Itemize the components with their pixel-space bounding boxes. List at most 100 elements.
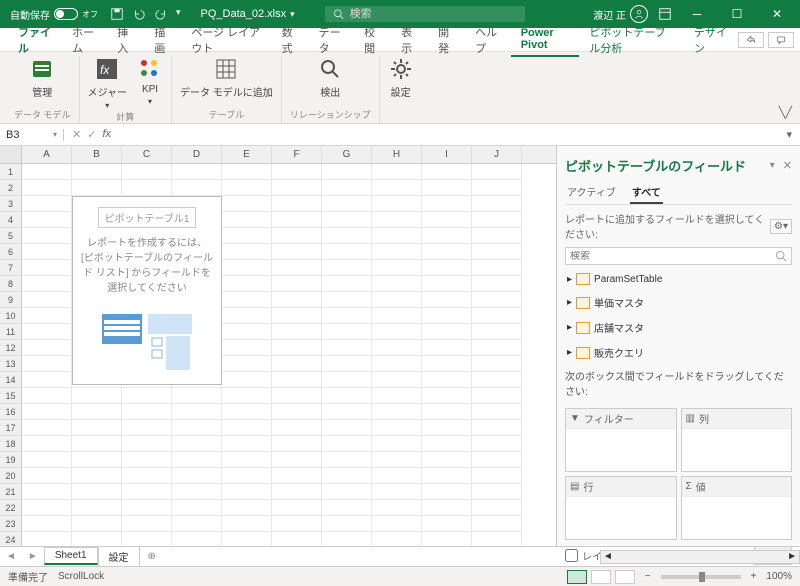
cell[interactable] — [372, 324, 422, 340]
tab-insert[interactable]: 挿入 — [107, 20, 144, 60]
add-sheet-button[interactable]: ⊕ — [140, 551, 164, 562]
cell[interactable] — [322, 196, 372, 212]
cell[interactable] — [222, 196, 272, 212]
tab-pagelayout[interactable]: ページ レイアウト — [181, 20, 271, 60]
cell[interactable] — [422, 500, 472, 516]
cell[interactable] — [372, 244, 422, 260]
cell[interactable] — [222, 468, 272, 484]
cell[interactable] — [272, 516, 322, 532]
cell[interactable] — [322, 436, 372, 452]
row-header[interactable]: 20 — [0, 468, 22, 484]
zoom-out-button[interactable]: − — [639, 571, 657, 582]
comments-button[interactable] — [768, 32, 794, 48]
cell[interactable] — [372, 308, 422, 324]
cell[interactable] — [222, 324, 272, 340]
cell[interactable] — [372, 292, 422, 308]
save-icon[interactable] — [110, 7, 124, 21]
cell[interactable] — [272, 468, 322, 484]
cell[interactable] — [172, 468, 222, 484]
cell[interactable] — [472, 276, 522, 292]
cell[interactable] — [222, 372, 272, 388]
cell[interactable] — [172, 180, 222, 196]
col-header[interactable]: I — [422, 146, 472, 163]
row-header[interactable]: 16 — [0, 404, 22, 420]
cell[interactable] — [372, 516, 422, 532]
cell[interactable] — [172, 436, 222, 452]
cell[interactable] — [472, 372, 522, 388]
cell[interactable] — [122, 500, 172, 516]
cell[interactable] — [372, 276, 422, 292]
cell[interactable] — [422, 308, 472, 324]
cell[interactable] — [122, 516, 172, 532]
pagebreak-view-button[interactable] — [615, 570, 635, 584]
manage-button[interactable]: 管理 — [29, 56, 55, 99]
share-button[interactable] — [738, 32, 764, 48]
row-header[interactable]: 1 — [0, 164, 22, 180]
cell[interactable] — [222, 500, 272, 516]
cell[interactable] — [172, 532, 222, 546]
cell[interactable] — [422, 532, 472, 546]
subtab-all[interactable]: すべて — [630, 181, 663, 204]
cell[interactable] — [322, 484, 372, 500]
pane-gear-icon[interactable]: ⚙▾ — [770, 219, 792, 234]
cell[interactable] — [372, 484, 422, 500]
pane-search[interactable] — [565, 247, 792, 265]
cell[interactable] — [222, 308, 272, 324]
cell[interactable] — [272, 404, 322, 420]
cell[interactable] — [272, 452, 322, 468]
cell[interactable] — [422, 260, 472, 276]
cell[interactable] — [472, 532, 522, 546]
cell[interactable] — [22, 356, 72, 372]
row-header[interactable]: 6 — [0, 244, 22, 260]
cell[interactable] — [422, 516, 472, 532]
col-header[interactable]: B — [72, 146, 122, 163]
cell[interactable] — [72, 516, 122, 532]
cell[interactable] — [72, 420, 122, 436]
row-header[interactable]: 23 — [0, 516, 22, 532]
cell[interactable] — [222, 452, 272, 468]
worksheet[interactable]: A B C D E F G H I J 12345678910111213141… — [0, 146, 556, 546]
zoom-in-button[interactable]: + — [745, 571, 763, 582]
pivottable-placeholder[interactable]: ピボットテーブル1 レポートを作成するには、[ピボットテーブルのフィールド リス… — [72, 196, 222, 385]
cell[interactable] — [322, 244, 372, 260]
cell[interactable] — [372, 420, 422, 436]
cell[interactable] — [22, 436, 72, 452]
cell[interactable] — [272, 228, 322, 244]
col-header[interactable]: D — [172, 146, 222, 163]
tab-file[interactable]: ファイル — [8, 20, 62, 60]
detect-button[interactable]: 検出 — [317, 56, 343, 99]
filename-dropdown-icon[interactable]: ▾ — [290, 9, 295, 20]
cell[interactable] — [122, 436, 172, 452]
row-header[interactable]: 14 — [0, 372, 22, 388]
cell[interactable] — [222, 228, 272, 244]
tab-pivottable-analyze[interactable]: ピボットテーブル分析 — [579, 20, 684, 60]
cell[interactable] — [172, 420, 222, 436]
cell[interactable] — [322, 372, 372, 388]
cell[interactable] — [72, 388, 122, 404]
row-header[interactable]: 2 — [0, 180, 22, 196]
cell[interactable] — [222, 516, 272, 532]
row-header[interactable]: 13 — [0, 356, 22, 372]
cell[interactable] — [322, 356, 372, 372]
cell[interactable] — [472, 484, 522, 500]
cell[interactable] — [422, 164, 472, 180]
cell[interactable] — [472, 356, 522, 372]
cell[interactable] — [422, 372, 472, 388]
row-header[interactable]: 7 — [0, 260, 22, 276]
field-item[interactable]: ▸ParamSetTable — [565, 271, 792, 287]
add-to-model-button[interactable]: データ モデルに追加 — [180, 56, 273, 99]
cell[interactable] — [122, 180, 172, 196]
row-header[interactable]: 3 — [0, 196, 22, 212]
cell[interactable] — [422, 276, 472, 292]
row-header[interactable]: 4 — [0, 212, 22, 228]
cell[interactable] — [322, 340, 372, 356]
fx-button[interactable]: fx — [102, 128, 111, 141]
cell[interactable] — [272, 196, 322, 212]
cell[interactable] — [222, 356, 272, 372]
cell[interactable] — [372, 436, 422, 452]
cell[interactable] — [72, 436, 122, 452]
cell[interactable] — [72, 484, 122, 500]
tab-formulas[interactable]: 数式 — [272, 20, 309, 60]
row-header[interactable]: 15 — [0, 388, 22, 404]
pane-dropdown-icon[interactable]: ▾ — [770, 160, 775, 171]
